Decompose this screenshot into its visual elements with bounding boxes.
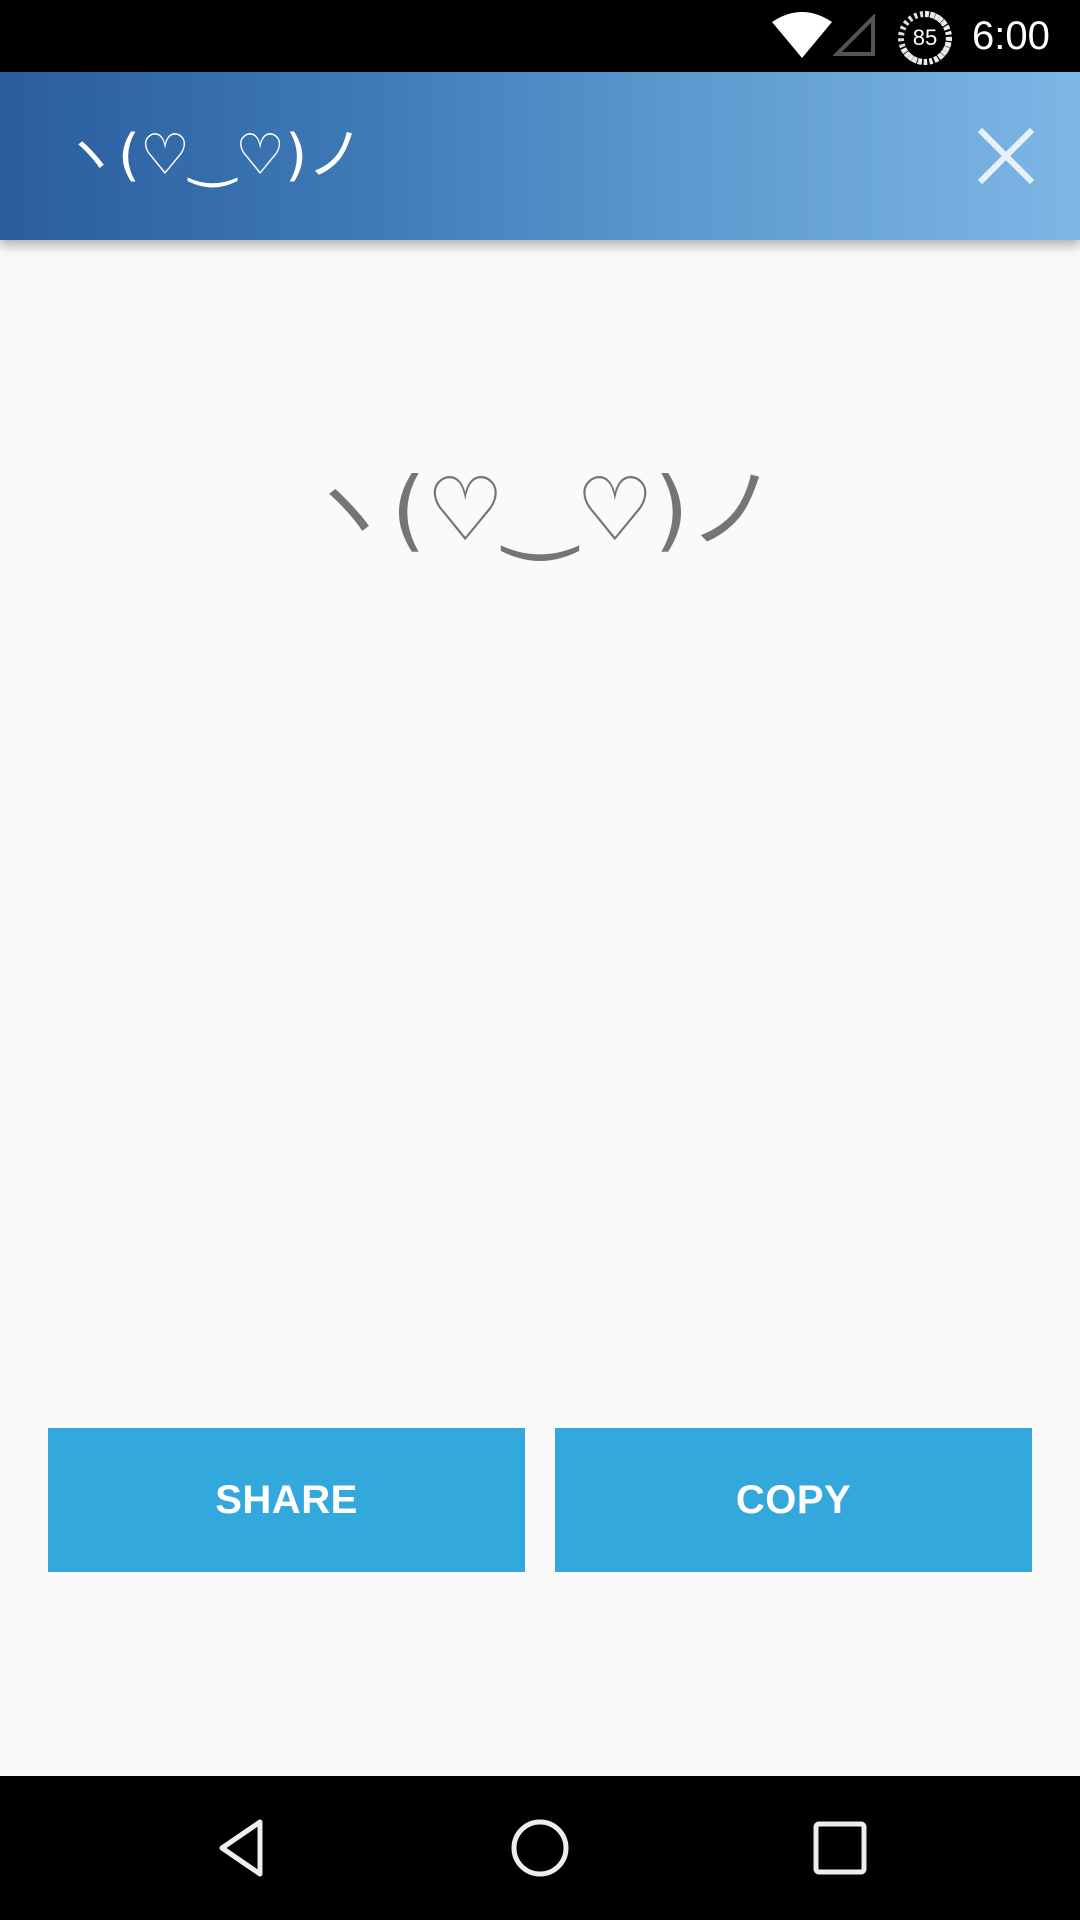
battery-level: 85: [912, 25, 938, 50]
app-bar: ヽ(♡‿♡)ノ: [0, 72, 1080, 240]
close-icon[interactable]: [968, 118, 1044, 194]
copy-button[interactable]: COPY: [555, 1428, 1032, 1572]
cell-signal-icon: [833, 14, 875, 56]
recents-icon[interactable]: [800, 1808, 880, 1888]
back-icon[interactable]: [200, 1808, 280, 1888]
app-bar-title: ヽ(♡‿♡)ノ: [62, 123, 364, 188]
home-icon[interactable]: [500, 1808, 580, 1888]
navigation-bar: [0, 1776, 1080, 1920]
status-bar: 85 6:00: [0, 0, 1080, 72]
share-button[interactable]: SHARE: [48, 1428, 525, 1572]
clock: 6:00: [972, 14, 1050, 58]
wifi-icon: [772, 12, 832, 58]
kaomoji-display: ヽ(♡‿♡)ノ: [303, 458, 777, 561]
